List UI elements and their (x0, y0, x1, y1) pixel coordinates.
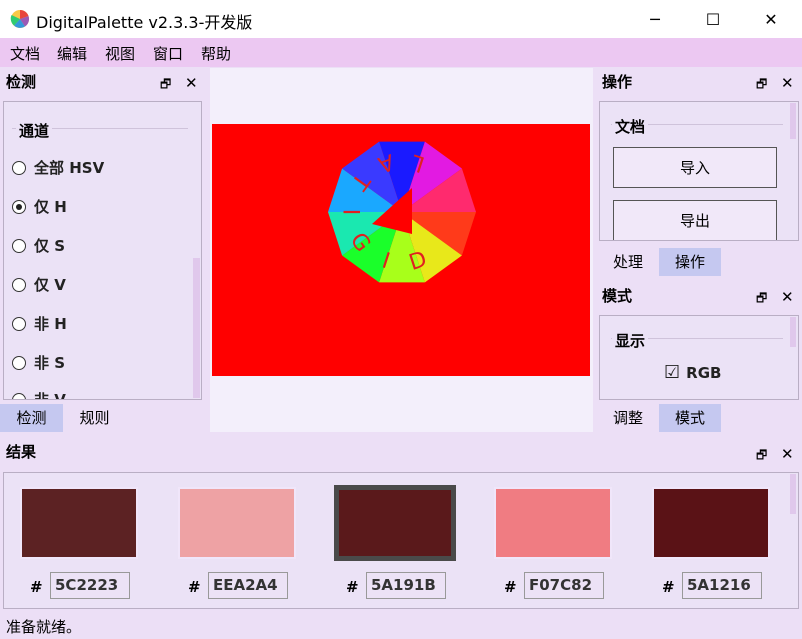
mode-tab-bar: 调整 模式 (597, 404, 802, 432)
tab-process[interactable]: 处理 (597, 248, 659, 276)
hex-input[interactable]: 5C2223 (50, 572, 130, 599)
hex-input[interactable]: 5A191B (366, 572, 446, 599)
import-button[interactable]: 导入 (613, 147, 777, 188)
close-dock-icon[interactable]: ✕ (781, 74, 794, 92)
tab-operation[interactable]: 操作 (659, 248, 721, 276)
menu-file[interactable]: 文档 (10, 43, 40, 64)
float-dock-icon[interactable]: 🗗 (756, 289, 767, 310)
display-group-title: 显示 (612, 330, 649, 351)
image-preview[interactable]: DIGITA L (212, 124, 590, 376)
color-swatch[interactable] (20, 487, 138, 559)
menu-view[interactable]: 视图 (105, 43, 135, 64)
mode-panel-title: 模式 (602, 287, 633, 305)
radio-all-hsv[interactable]: 全部 HSV (12, 157, 104, 178)
ops-tab-bar: 处理 操作 (597, 248, 802, 276)
radio-button-icon[interactable] (12, 238, 26, 253)
mode-scrollbar-thumb[interactable] (790, 317, 796, 347)
menu-edit[interactable]: 编辑 (57, 43, 87, 64)
status-text: 准备就绪。 (6, 618, 82, 636)
menu-window[interactable]: 窗口 (153, 43, 183, 64)
detect-tab-bar: 检测 规则 (0, 404, 206, 432)
close-dock-icon[interactable]: ✕ (185, 74, 198, 92)
radio-button-icon[interactable] (12, 316, 26, 331)
color-swatch[interactable] (334, 485, 456, 561)
radio-not-s[interactable]: 非 S (12, 352, 65, 373)
close-window-button[interactable]: ✕ (742, 0, 800, 38)
close-dock-icon[interactable]: ✕ (781, 445, 794, 463)
channel-group-title: 通道 (16, 120, 53, 141)
radio-button-icon[interactable] (12, 355, 26, 370)
close-dock-icon[interactable]: ✕ (781, 288, 794, 306)
radio-button-icon[interactable] (12, 277, 26, 292)
color-swatch[interactable] (178, 487, 296, 559)
hex-input[interactable]: 5A1216 (682, 572, 762, 599)
rgb-checkbox[interactable]: ☑ RGB (664, 364, 721, 383)
hash-label: # (346, 578, 359, 596)
maximize-button[interactable]: ☐ (684, 0, 742, 38)
radio-button-icon[interactable] (12, 392, 26, 399)
tab-rules[interactable]: 规则 (63, 404, 126, 432)
ops-panel-title: 操作 (602, 73, 633, 91)
radio-only-v[interactable]: 仅 V (12, 274, 66, 295)
radio-button-selected-icon[interactable] (12, 199, 26, 214)
radio-clip: 非 V (4, 386, 192, 399)
float-dock-icon[interactable]: 🗗 (756, 446, 767, 467)
radio-only-h[interactable]: 仅 H (12, 196, 67, 217)
detect-panel-title: 检测 (6, 73, 37, 91)
radio-button-icon[interactable] (12, 160, 26, 175)
detect-scrollbar-thumb[interactable] (193, 258, 200, 398)
hex-input[interactable]: F07C82 (524, 572, 604, 599)
float-dock-icon[interactable]: 🗗 (160, 75, 171, 96)
window-title: DigitalPalette v2.3.3-开发版 (36, 13, 253, 32)
export-button[interactable]: 导出 (613, 200, 777, 240)
checkbox-checked-icon[interactable]: ☑ (664, 364, 680, 382)
hash-label: # (30, 578, 43, 596)
app-logo-icon (10, 9, 30, 28)
ops-scrollbar-thumb[interactable] (790, 103, 796, 139)
mode-panel-frame (599, 315, 799, 400)
hash-label: # (662, 578, 675, 596)
color-swatch[interactable] (652, 487, 770, 559)
radio-not-h[interactable]: 非 H (12, 313, 67, 334)
hash-label: # (504, 578, 517, 596)
result-panel-title: 结果 (6, 443, 37, 461)
result-scrollbar-thumb[interactable] (790, 474, 796, 514)
tab-detect[interactable]: 检测 (0, 404, 63, 432)
hash-label: # (188, 578, 201, 596)
logo-letter: I (338, 209, 363, 216)
tab-adjust[interactable]: 调整 (597, 404, 659, 432)
minimize-button[interactable]: ─ (626, 0, 684, 38)
radio-not-v[interactable]: 非 V (12, 389, 66, 399)
document-group-title: 文档 (612, 116, 649, 137)
radio-only-s[interactable]: 仅 S (12, 235, 65, 256)
color-swatch[interactable] (494, 487, 612, 559)
tab-mode[interactable]: 模式 (659, 404, 721, 432)
hex-input[interactable]: EEA2A4 (208, 572, 288, 599)
menu-help[interactable]: 帮助 (201, 43, 231, 64)
float-dock-icon[interactable]: 🗗 (756, 75, 767, 96)
